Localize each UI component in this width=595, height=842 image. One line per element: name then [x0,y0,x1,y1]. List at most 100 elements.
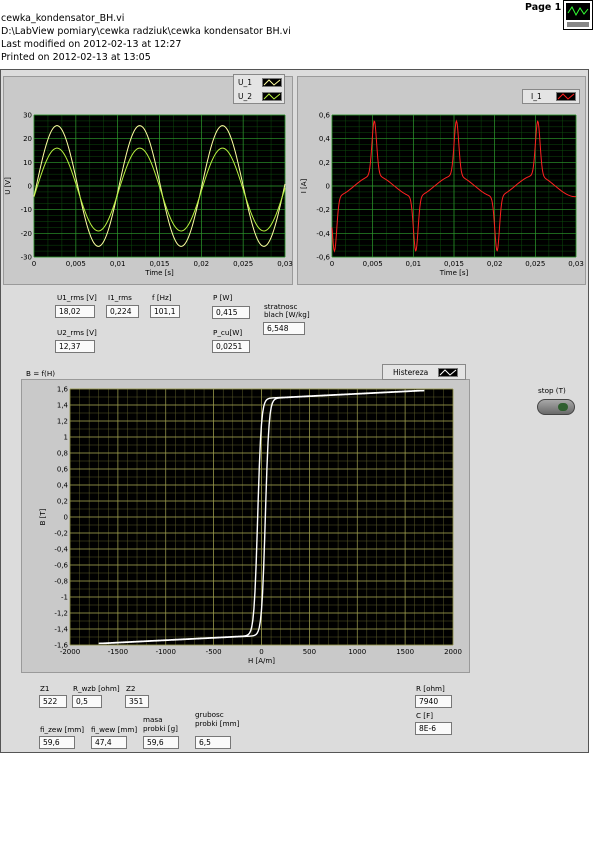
x-tick-label: 0,015 [149,260,169,268]
legend-histereza-label: Histereza [393,368,429,377]
y-tick-label: -0,6 [54,562,68,570]
y-tick-label: 1,4 [57,402,69,410]
x-tick-label: 0,01 [110,260,126,268]
p-cu-indicator: 0,0251 [212,340,250,353]
y-tick-label: -0,2 [316,206,330,214]
stop-button[interactable] [537,399,575,415]
x-tick-label: 0,005 [363,260,383,268]
y-tick-label: 30 [23,112,32,120]
masa-control[interactable]: 59,6 [143,736,179,749]
vi-icon [563,0,593,30]
x-tick-label: 2000 [444,648,462,656]
c-control[interactable]: 8E-6 [415,722,452,735]
voltage-legend[interactable]: U_1 U_2 [233,74,285,104]
stratnosc-indicator: 6,548 [263,322,305,335]
bh-legend[interactable]: Histereza [382,364,466,380]
legend-i1-line-icon [557,93,575,100]
u2-rms-indicator: 12,37 [55,340,95,353]
legend-u2-line-icon [263,93,281,100]
y-tick-label: -1,6 [54,642,68,650]
u2-rms-label: U2_rms [V] [57,328,97,337]
x-tick-label: 0,015 [444,260,464,268]
x-tick-label: 0,02 [194,260,210,268]
f-label: f [Hz] [152,293,172,302]
u1-rms-label: U1_rms [V] [57,293,97,302]
y-tick-label: 1,6 [57,386,69,394]
y-tick-label: 0,2 [319,159,330,167]
bh-plot-svg[interactable]: -2000 -1500 -1000 -500 0 500 1000 1500 20001,61,… [21,379,470,673]
x-tick-label: 0,025 [233,260,253,268]
legend-u1-label: U_1 [238,78,253,87]
grubosc-label-1: grubosc [195,710,224,719]
f-indicator: 101,1 [150,305,180,318]
r-label: R [ohm] [416,684,445,693]
fi-zew-control[interactable]: 59,6 [39,736,75,749]
y-tick-label: -0,2 [54,530,68,538]
y-tick-label: -10 [21,206,32,214]
y-tick-label: 0,4 [319,135,331,143]
legend-i1-label: I_1 [531,92,542,101]
x-tick-label: -1500 [108,648,128,656]
r-control[interactable]: 7940 [415,695,452,708]
fi-wew-label: fi_wew [mm] [91,725,138,734]
y-tick-label: 0 [28,183,32,191]
x-tick-label: 0,005 [66,260,86,268]
last-modified: Last modified on 2012-02-13 at 12:27 [1,39,182,50]
x-tick-label: 0,03 [277,260,293,268]
fi-wew-control[interactable]: 47,4 [91,736,127,749]
y-tick-label: 0,6 [57,466,69,474]
fi-zew-label: fi_zew [mm] [40,725,85,734]
x-tick-label: 0,01 [406,260,422,268]
z1-control[interactable]: 522 [39,695,67,708]
voltage-plot-svg[interactable]: 0 0,005 0,01 0,015 0,02 0,025 0,03 30 20 10 0 -10 -2… [3,105,293,285]
stop-label: stop (T) [538,386,566,395]
z2-label: Z2 [126,684,136,693]
y-tick-label: -0,6 [316,254,330,262]
legend-u1-line-icon [263,79,281,86]
legend-u2-label: U_2 [238,92,253,101]
x-axis-label: Time [s] [144,269,174,277]
x-axis-label: Time [s] [439,269,469,277]
z1-label: Z1 [40,684,50,693]
y-tick-label: 0 [326,183,330,191]
y-tick-label: 10 [23,159,32,167]
x-tick-label: 0,03 [568,260,584,268]
grubosc-control[interactable]: 6,5 [195,736,231,749]
page-number: Page 1 [525,2,562,13]
u1-rms-indicator: 18,02 [55,305,95,318]
r-wzb-control[interactable]: 0,5 [72,695,102,708]
p-label: P [W] [213,293,233,302]
y-axis-label: B [T] [39,508,47,525]
current-legend[interactable]: I_1 [522,89,580,104]
i1-rms-indicator: 0,224 [106,305,139,318]
grubosc-label-2: probki [mm] [195,719,240,728]
x-tick-label: 0,02 [487,260,503,268]
legend-histereza-line-icon [439,369,457,376]
legend-u2-swatch [262,92,282,101]
z2-control[interactable]: 351 [125,695,149,708]
y-tick-label: 20 [23,135,32,143]
x-tick-label: 1500 [396,648,414,656]
legend-u1-swatch [262,78,282,87]
printed-on: Printed on 2012-02-13 at 13:05 [1,52,151,63]
vi-path: D:\LabView pomiary\cewka radziuk\cewka k… [1,26,291,37]
x-tick-label: 0,025 [525,260,545,268]
x-tick-label: 500 [303,648,316,656]
legend-histereza-swatch [438,368,458,377]
p-cu-label: P_cu[W] [213,328,243,337]
x-tick-label: 0 [32,260,36,268]
stratnosc-label-2: blach [W/kg] [264,310,310,319]
p-indicator: 0,415 [212,306,250,319]
y-tick-label: -30 [21,254,32,262]
y-tick-label: 1 [64,434,68,442]
y-tick-label: 1,2 [57,418,68,426]
current-plot-svg[interactable]: 0 0,005 0,01 0,015 0,02 0,025 0,030,60,40,20-0… [297,105,586,285]
y-tick-label: -1,4 [54,626,68,634]
x-tick-label: -500 [206,648,222,656]
y-tick-label: -0,4 [54,546,68,554]
y-tick-label: 0,8 [57,450,68,458]
x-tick-label: 0 [259,648,263,656]
x-tick-label: -1000 [156,648,176,656]
i1-rms-label: I1_rms [108,293,132,302]
legend-i1-swatch [556,92,576,101]
